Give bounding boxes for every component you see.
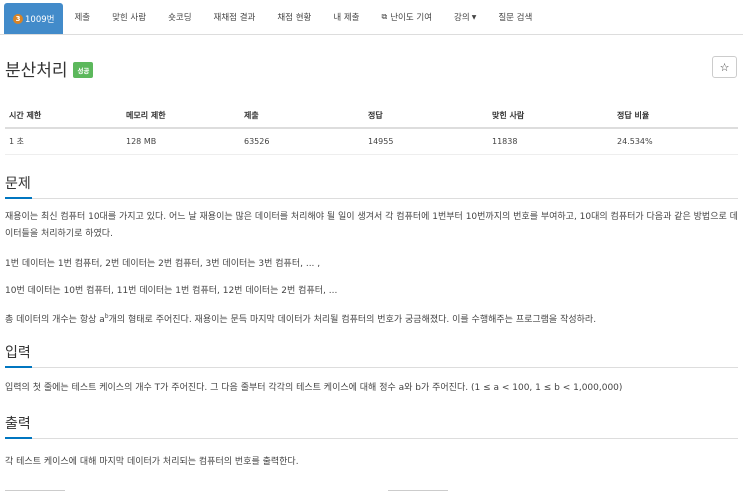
header-solvers: 맞힌 사람 <box>488 104 613 129</box>
problem-tabs: 3 1009번 제출 맞힌 사람 숏코딩 재채점 결과 채점 현황 내 제출 ⧉… <box>0 0 743 35</box>
tab-label: 강의 <box>454 13 470 23</box>
tier-badge: 3 <box>13 13 23 24</box>
tab-rejudge[interactable]: 재채점 결과 <box>203 0 267 34</box>
tab-label: 내 제출 <box>333 13 360 23</box>
section-heading-problem: 문제 <box>5 173 738 199</box>
tab-submit[interactable]: 제출 <box>63 0 101 34</box>
header-submissions: 제출 <box>240 104 364 129</box>
tab-label: 1009번 <box>25 14 55 25</box>
tab-label: 재채점 결과 <box>213 13 256 23</box>
tab-problem[interactable]: 3 1009번 <box>4 3 64 34</box>
problem-info-table: 시간 제한 메모리 제한 제출 정답 맞힌 사람 정답 비율 1 초 128 M… <box>5 104 738 155</box>
tab-label: 맞힌 사람 <box>112 13 147 23</box>
tab-label: 난이도 기여 <box>390 13 433 23</box>
table-header-row: 시간 제한 메모리 제한 제출 정답 맞힌 사람 정답 비율 <box>5 104 738 129</box>
tab-label: 질문 검색 <box>498 13 533 23</box>
tab-label: 채점 현황 <box>277 13 312 23</box>
cell-memory-limit: 128 MB <box>122 128 240 155</box>
tab-qna[interactable]: 질문 검색 <box>487 0 543 34</box>
tab-status[interactable]: 채점 현황 <box>266 0 322 34</box>
output-paragraph: 각 테스트 케이스에 대해 마지막 데이터가 처리되는 컴퓨터의 번호를 출력한… <box>5 457 299 467</box>
table-row: 1 초 128 MB 63526 14955 11838 24.534% <box>5 128 738 155</box>
text: 총 데이터의 개수는 항상 a <box>5 315 105 325</box>
star-icon: ☆ <box>719 60 730 74</box>
caret-down-icon: ▼ <box>471 13 477 21</box>
external-link-icon: ⧉ <box>381 12 388 21</box>
tab-label: 숏코딩 <box>168 13 192 23</box>
tab-solvers[interactable]: 맞힌 사람 <box>101 0 157 34</box>
tab-difficulty[interactable]: ⧉ 난이도 기여 <box>371 0 444 34</box>
input-section: 입력 <box>5 342 738 368</box>
tab-my-submit[interactable]: 내 제출 <box>322 0 370 34</box>
star-button[interactable]: ☆ <box>712 56 737 78</box>
cut-off-headings <box>5 486 738 491</box>
cell-solvers: 11838 <box>488 128 613 155</box>
section-heading-input: 입력 <box>5 342 738 368</box>
problem-paragraph-4: 총 데이터의 개수는 항상 ab개의 형태로 주어진다. 재용이는 문득 마지막… <box>5 308 738 329</box>
tab-lecture[interactable]: 강의 ▼ <box>443 0 487 34</box>
header-accepted: 정답 <box>364 104 488 129</box>
tab-label: 제출 <box>74 13 91 23</box>
header-ratio: 정답 비율 <box>613 104 738 129</box>
problem-title: 분산처리 <box>5 61 68 81</box>
cell-accepted: 14955 <box>364 128 488 155</box>
problem-paragraph-3: 10번 데이터는 10번 컴퓨터, 11번 데이터는 1번 컴퓨터, 12번 데… <box>5 286 338 296</box>
output-section: 출력 <box>5 413 738 439</box>
text: 개의 형태로 주어진다. 재용이는 문득 마지막 데이터가 처리될 컴퓨터의 번… <box>108 315 597 325</box>
header-memory-limit: 메모리 제한 <box>122 104 240 129</box>
tab-shortcoding[interactable]: 숏코딩 <box>157 0 202 34</box>
section-heading-output: 출력 <box>5 413 738 439</box>
cell-ratio: 24.534% <box>613 128 738 155</box>
problem-section: 문제 <box>5 173 738 199</box>
success-badge: 성공 <box>73 62 94 78</box>
input-paragraph: 입력의 첫 줄에는 테스트 케이스의 개수 T가 주어진다. 그 다음 줄부터 … <box>5 383 623 393</box>
cell-time-limit: 1 초 <box>5 128 122 155</box>
header-time-limit: 시간 제한 <box>5 104 122 129</box>
problem-paragraph-2: 1번 데이터는 1번 컴퓨터, 2번 데이터는 2번 컴퓨터, 3번 데이터는 … <box>5 259 321 269</box>
title-row: 분산처리 성공 ☆ <box>5 56 737 82</box>
cell-submissions: 63526 <box>240 128 364 155</box>
problem-paragraph-1: 재용이는 최신 컴퓨터 10대를 가지고 있다. 어느 날 재용이는 많은 데이… <box>5 212 738 239</box>
